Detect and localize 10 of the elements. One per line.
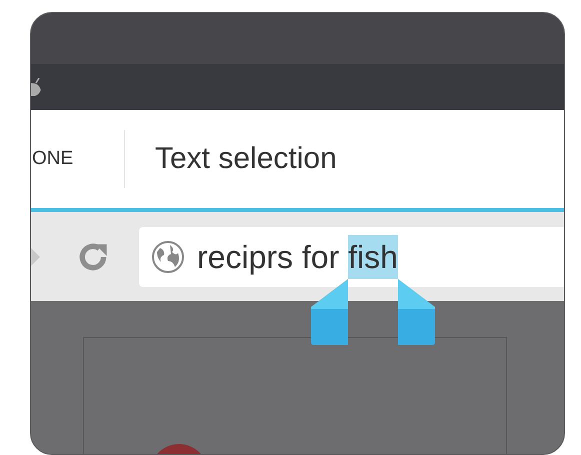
- selection-handle[interactable]: [310, 278, 350, 346]
- action-bar-title: Text selection: [155, 142, 337, 176]
- android-icon: [31, 78, 42, 96]
- action-button[interactable]: ONE: [31, 130, 125, 188]
- address-field[interactable]: [139, 226, 564, 286]
- globe-icon: [151, 240, 185, 274]
- selection-handle[interactable]: [396, 278, 436, 346]
- arrow-icon: [31, 248, 40, 266]
- selected-text: fish: [348, 234, 398, 278]
- url-text: reciprs for: [197, 238, 340, 277]
